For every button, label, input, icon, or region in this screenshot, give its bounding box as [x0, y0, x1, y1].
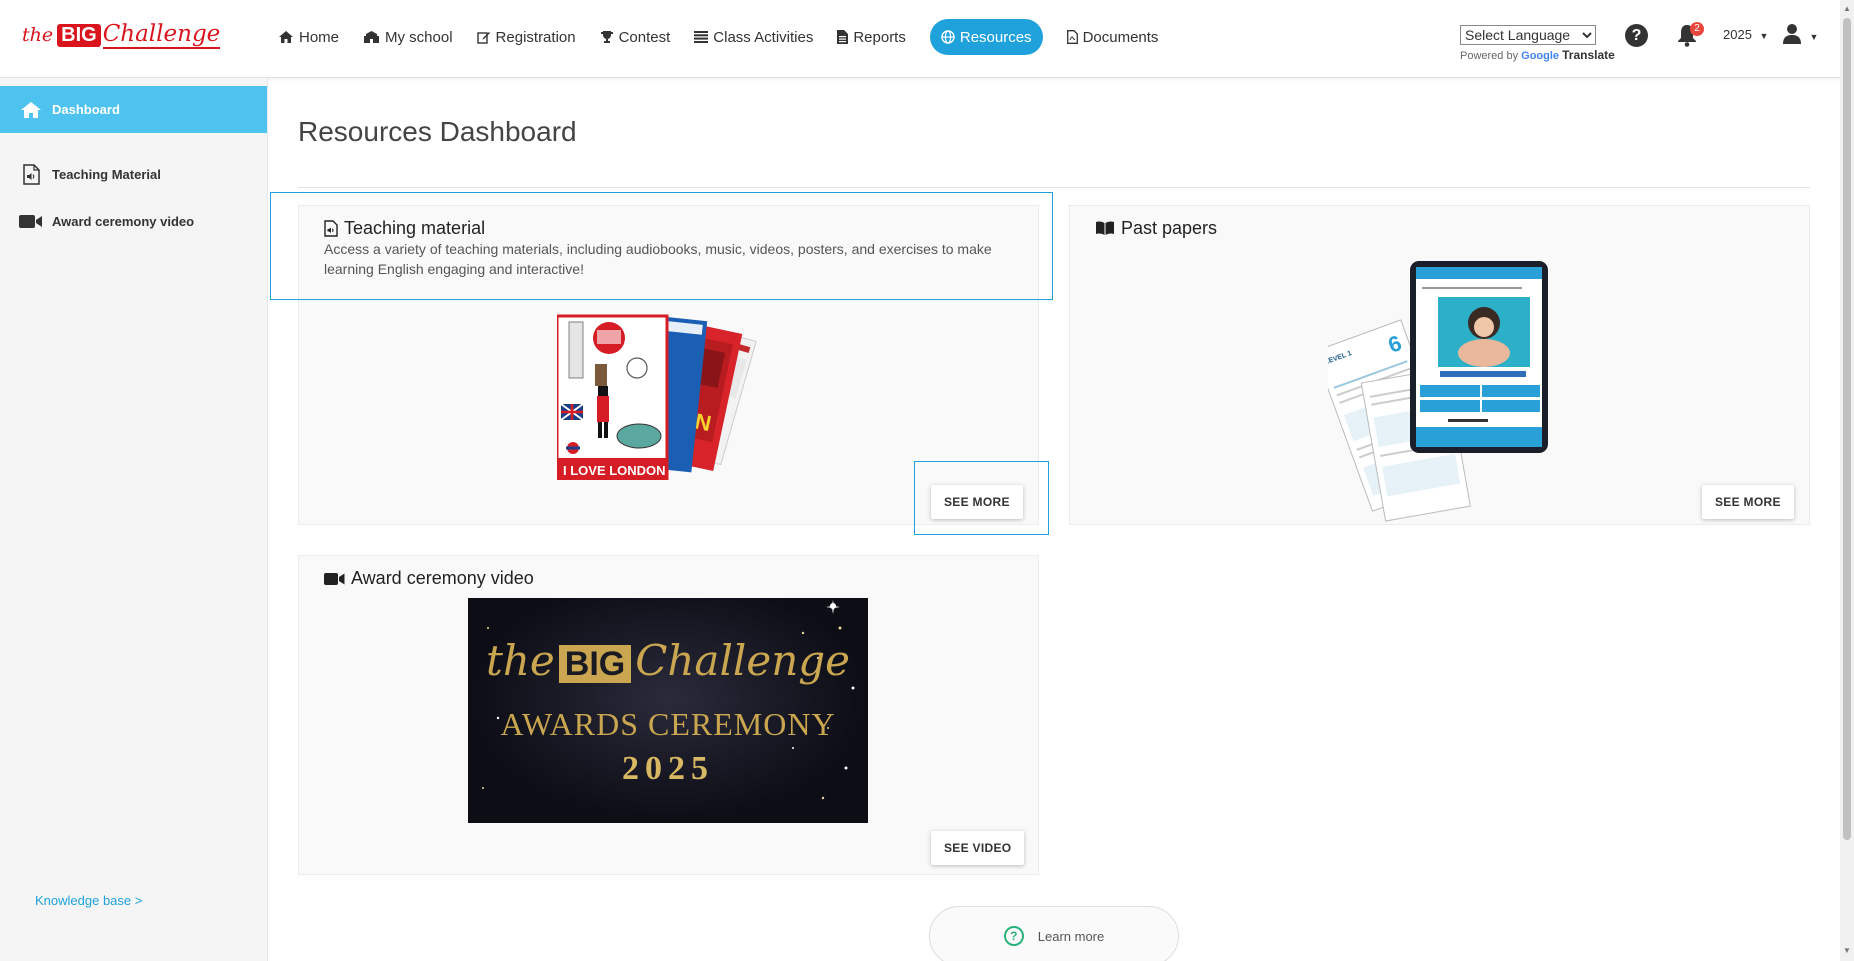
translate-text[interactable]: Translate [1562, 48, 1615, 62]
top-navbar: the BIG Challenge Home My school Registr… [0, 0, 1840, 78]
past-papers-illustration[interactable]: LEVEL 16 [1328, 261, 1548, 523]
language-select[interactable]: Select Language [1460, 25, 1596, 45]
thumbnail-logo: the BIG Challenge [468, 636, 868, 685]
powered-by-text: Powered by [1460, 50, 1519, 62]
thumbnail-logo-big: BIG [558, 645, 632, 683]
nav-home-label: Home [299, 28, 340, 46]
past-papers-card: Past papers LEVEL 16 SEE MORE [1069, 205, 1810, 525]
list-icon [694, 31, 709, 43]
card-title: Past papers [1095, 218, 1217, 239]
logo-the: the [22, 24, 54, 46]
nav-resources[interactable]: Resources [929, 19, 1043, 55]
caret-down-icon: ▼ [1809, 32, 1819, 42]
nav-contest[interactable]: Contest [588, 19, 683, 55]
nav-documents-label: Documents [1082, 28, 1159, 46]
year-label: 2025 [1723, 27, 1752, 42]
user-icon [1783, 24, 1801, 44]
google-text: Google [1521, 50, 1560, 62]
scroll-down-icon[interactable]: ▼ [1843, 946, 1851, 955]
file-icon [837, 30, 849, 44]
help-icon[interactable]: ? [1625, 24, 1648, 47]
highlight-box-see-more [914, 461, 1049, 535]
nav-registration[interactable]: Registration [465, 19, 588, 55]
highlight-box-teaching-header [270, 192, 1053, 300]
scroll-up-icon[interactable]: ▲ [1843, 4, 1851, 13]
award-video-thumbnail[interactable]: the BIG Challenge AWARDS CEREMONY 2025 [468, 598, 868, 823]
pdf-icon [1066, 30, 1078, 44]
nav-class-activities[interactable]: Class Activities [682, 19, 825, 55]
notification-badge: 2 [1690, 22, 1704, 36]
logo-challenge: Challenge [102, 21, 221, 49]
caret-down-icon: ▼ [1759, 31, 1769, 41]
sidebar-item-label: Dashboard [52, 102, 120, 117]
divider [298, 187, 1810, 188]
nav-home[interactable]: Home [266, 19, 351, 55]
past-papers-see-more-button[interactable]: SEE MORE [1702, 485, 1794, 519]
question-circle-icon: ? [1003, 926, 1024, 946]
nav-my-school-label: My school [385, 28, 453, 46]
nav-reports-label: Reports [853, 28, 906, 46]
edit-icon [476, 32, 490, 44]
home-icon [18, 101, 44, 119]
sidebar-item-label: Teaching Material [52, 167, 161, 182]
powered-by-google: Powered by Google Translate [1460, 48, 1615, 62]
nav-registration-label: Registration [495, 28, 576, 46]
user-menu[interactable]: ▼ [1782, 23, 1818, 50]
sidebar: Dashboard Teaching Material Award ceremo… [0, 78, 268, 961]
sidebar-item-dashboard[interactable]: Dashboard [0, 86, 267, 133]
logo-big: BIG [57, 23, 101, 47]
award-ceremony-title: Award ceremony video [351, 568, 534, 588]
nav-documents[interactable]: Documents [1055, 19, 1171, 55]
sidebar-item-award-video[interactable]: Award ceremony video [0, 198, 267, 245]
award-see-video-button[interactable]: SEE VIDEO [931, 831, 1025, 865]
knowledge-base-link[interactable]: Knowledge base > [35, 893, 142, 908]
trophy-icon [600, 31, 613, 43]
page-title: Resources Dashboard [298, 116, 577, 147]
learn-more-button[interactable]: ? Learn more [929, 906, 1179, 961]
page-scrollbar[interactable]: ▲ ▼ [1840, 0, 1854, 961]
card-title: Award ceremony video [324, 568, 534, 589]
past-papers-title: Past papers [1121, 218, 1218, 238]
nav-reports[interactable]: Reports [825, 19, 918, 55]
nav-class-activities-label: Class Activities [713, 28, 814, 46]
learn-more-label: Learn more [1037, 928, 1105, 944]
award-ceremony-card: Award ceremony video the BIG Challenge AWA… [298, 555, 1039, 875]
video-camera-icon [324, 572, 345, 586]
sidebar-item-label: Award ceremony video [52, 214, 195, 229]
google-translate-widget: Select Language Powered by Google Transl… [1460, 25, 1615, 62]
thumbnail-logo-challenge: Challenge [635, 636, 850, 685]
thumbnail-year: 2025 [622, 750, 714, 787]
nav-contest-label: Contest [618, 28, 671, 46]
book-open-icon [1095, 221, 1115, 236]
teaching-material-illustration[interactable]: ON erin I LOVE LONDON [557, 308, 777, 480]
sidebar-item-teaching-material[interactable]: Teaching Material [0, 151, 267, 198]
big-challenge-logo[interactable]: the BIG Challenge [22, 18, 221, 52]
main-nav: Home My school Registration Contest Clas… [266, 19, 1170, 55]
nav-resources-label: Resources [959, 28, 1032, 46]
audio-file-icon [18, 164, 44, 185]
nav-my-school[interactable]: My school [351, 19, 465, 55]
year-dropdown[interactable]: 2025 ▼ [1723, 27, 1768, 42]
scrollbar-thumb[interactable] [1843, 18, 1851, 840]
home-icon [279, 31, 293, 43]
globe-icon [941, 30, 955, 44]
thumbnail-subtitle: AWARDS CEREMONY [500, 706, 836, 742]
thumbnail-logo-the: the [486, 636, 555, 685]
video-camera-icon [18, 214, 44, 229]
svg-text:I LOVE LONDON: I LOVE LONDON [563, 463, 666, 478]
school-icon [364, 31, 380, 43]
